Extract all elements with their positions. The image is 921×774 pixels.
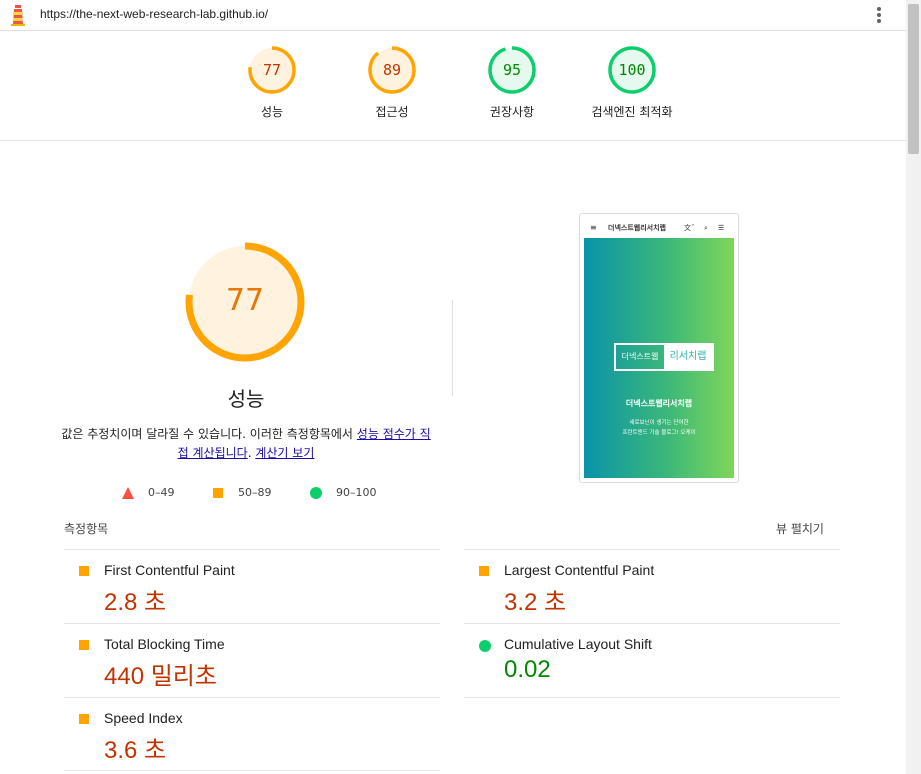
gauge-performance[interactable]: 77 성능 (212, 45, 332, 120)
screenshot-logo-right: 리서치랩 (664, 345, 712, 369)
performance-description: 값은 추정치이며 달라질 수 있습니다. 이러한 측정항목에서 성능 점수가 직… (60, 425, 432, 463)
gauge-seo[interactable]: 100 검색엔진 최적화 (572, 45, 692, 120)
performance-score: 77 (225, 283, 265, 318)
screenshot-hero-subtitle: 세로보닌이 생기는 단어한 프런트엔드 기술 블로그! 오케이 (584, 418, 734, 438)
list-icon: ☰ (718, 224, 725, 232)
legend-range: 50–89 (238, 486, 272, 499)
metric-value: 440 밀리초 (104, 663, 217, 690)
average-square-icon (79, 566, 89, 576)
average-square-icon (79, 714, 89, 724)
section-divider (452, 300, 453, 396)
metric-name: Largest Contentful Paint (504, 562, 655, 578)
gauge-score: 77 (262, 61, 282, 79)
pass-circle-icon (310, 487, 322, 499)
gauge-score: 100 (618, 61, 646, 79)
metric-value: 3.6 초 (104, 737, 167, 764)
screenshot-nav: ≡ 더넥스트웹리서치랩 文ˇ ⌕ ☰ (584, 218, 734, 238)
description-text: 값은 추정치이며 달라질 수 있습니다. 이러한 측정항목에서 (61, 427, 357, 441)
expand-view-toggle[interactable]: 뷰 펼치기 (776, 520, 824, 537)
screenshot-nav-title: 더넥스트웹리서치랩 (608, 224, 666, 232)
average-square-icon (479, 566, 489, 576)
screenshot-logo-left: 더넥스트웹 (621, 352, 659, 361)
metrics-header: 측정항목 (64, 522, 109, 536)
gauge-label: 권장사항 (489, 105, 535, 119)
metric-tbt: Total Blocking Time 440 밀리초 (64, 623, 440, 697)
metric-divider (464, 697, 840, 698)
performance-title: 성능 (227, 387, 265, 411)
screenshot-sub-line: 세로보닌이 생기는 단어한 (629, 420, 689, 426)
fail-triangle-icon (122, 487, 134, 499)
lighthouse-logo-icon (11, 5, 25, 26)
hamburger-icon: ≡ (590, 223, 597, 232)
legend-fail: 0–49 (122, 485, 192, 501)
translate-icon: 文ˇ (684, 224, 695, 232)
score-summary: 77 성능 89 접근성 95 권장사항 100 검색엔진 최적화 (0, 31, 906, 141)
legend-range: 90–100 (336, 486, 377, 499)
legend-average: 50–89 (212, 485, 292, 501)
metric-name: Cumulative Layout Shift (504, 636, 652, 652)
screenshot-hero-title: 더넥스트웹리서치랩 (625, 399, 693, 408)
search-icon: ⌕ (704, 224, 708, 232)
metric-lcp: Largest Contentful Paint 3.2 초 (464, 549, 840, 623)
metric-divider (64, 770, 440, 771)
scrollbar-thumb[interactable] (908, 4, 919, 154)
gauge-label: 접근성 (375, 105, 409, 119)
legend-pass: 90–100 (310, 485, 400, 501)
gauge-label: 검색엔진 최적화 (591, 105, 673, 119)
metric-value: 3.2 초 (504, 589, 567, 616)
gauge-best-practices[interactable]: 95 권장사항 (452, 45, 572, 120)
metric-name: Speed Index (104, 710, 183, 726)
metric-fcp: First Contentful Paint 2.8 초 (64, 549, 440, 623)
calculator-link[interactable]: 계산기 보기 (255, 446, 314, 460)
screenshot-sub-line: 프런트엔드 기술 블로그! 오케이 (622, 430, 696, 436)
metric-cls: Cumulative Layout Shift 0.02 (464, 623, 840, 697)
average-square-icon (213, 488, 223, 498)
kebab-menu-icon[interactable] (873, 6, 885, 26)
page-url: https://the-next-web-research-lab.github… (40, 7, 269, 21)
scrollbar[interactable] (906, 0, 921, 774)
gauge-label: 성능 (260, 105, 284, 119)
metric-name: Total Blocking Time (104, 636, 225, 652)
gauge-score: 95 (502, 61, 522, 79)
pass-circle-icon (479, 640, 491, 652)
metric-name: First Contentful Paint (104, 562, 235, 578)
average-square-icon (79, 640, 89, 650)
browser-topbar: https://the-next-web-research-lab.github… (0, 0, 906, 31)
gauge-accessibility[interactable]: 89 접근성 (332, 45, 452, 120)
metric-speed-index: Speed Index 3.6 초 (64, 697, 440, 771)
screenshot-logo: 더넥스트웹 리서치랩 (614, 343, 714, 371)
metric-value: 2.8 초 (104, 589, 167, 616)
final-screenshot[interactable]: ≡ 더넥스트웹리서치랩 文ˇ ⌕ ☰ 더넥스트웹 리서치랩 더넥스트웹리서치랩 … (579, 213, 739, 483)
gauge-score: 89 (382, 61, 402, 79)
legend-range: 0–49 (148, 486, 175, 499)
metric-value: 0.02 (504, 656, 551, 683)
screenshot-hero: 더넥스트웹 리서치랩 더넥스트웹리서치랩 세로보닌이 생기는 단어한 프런트엔드… (584, 238, 734, 478)
